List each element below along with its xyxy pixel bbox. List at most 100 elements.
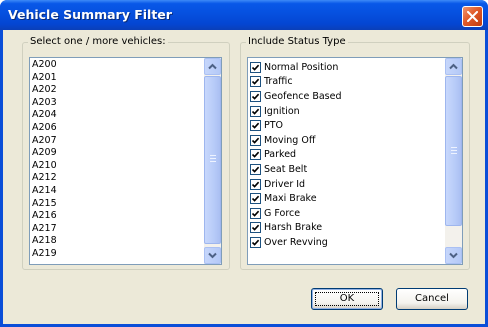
vehicle-list-item[interactable]: A204 — [32, 109, 57, 122]
vehicle-list-item[interactable]: A217 — [32, 223, 57, 236]
scroll-grip-line — [451, 147, 457, 148]
status-check-item[interactable]: G Force — [250, 206, 341, 221]
scroll-grip-line — [210, 158, 216, 159]
scroll-up-arrow-icon — [449, 63, 458, 70]
vehicles-groupbox: Select one / more vehicles: A200 A201 A202… — [22, 36, 230, 270]
status-check-label: Over Revving — [264, 236, 328, 248]
status-checkbox[interactable] — [250, 134, 261, 146]
checkmark-icon — [251, 64, 260, 71]
vehicle-list-item[interactable]: A202 — [32, 84, 57, 97]
vehicle-list-item[interactable]: A215 — [32, 198, 57, 211]
status-check-item[interactable]: Moving Off — [250, 133, 341, 148]
status-check-item[interactable]: Over Revving — [250, 235, 341, 250]
vehicle-list-item[interactable]: A207 — [32, 135, 57, 148]
vehicle-list-item[interactable]: A210 — [32, 160, 57, 173]
vehicle-list-item[interactable]: A209 — [32, 147, 57, 160]
vehicles-listbox[interactable]: A200 A201 A202 A203 A204 A206 A207 A209 A210 A212… — [29, 57, 222, 265]
checkmark-icon — [251, 108, 260, 115]
vehicles-scroll-up-button[interactable] — [204, 58, 221, 75]
close-button[interactable] — [462, 6, 483, 27]
status-check-item[interactable]: Traffic — [250, 75, 341, 90]
status-checkbox[interactable] — [250, 120, 261, 132]
status-check-label: Traffic — [264, 76, 293, 88]
vehicles-scroll-down-button[interactable] — [204, 247, 221, 264]
status-checkbox[interactable] — [250, 61, 261, 73]
status-type-groupbox: Include Status Type Normal Position Traff… — [240, 36, 470, 270]
vehicle-list-item[interactable]: A214 — [32, 185, 57, 198]
status-check-label: PTO — [264, 120, 284, 132]
scroll-grip-line — [451, 153, 457, 154]
status-check-item[interactable]: Harsh Brake — [250, 221, 341, 236]
status-check-label: Moving Off — [264, 134, 316, 146]
status-scroll-down-button[interactable] — [445, 247, 462, 264]
checkmark-icon — [251, 166, 260, 173]
vehicles-scrollbar[interactable] — [204, 58, 221, 264]
window-title: Vehicle Summary Filter — [8, 7, 172, 22]
vehicle-list-item[interactable]: A219 — [32, 248, 57, 261]
status-group-label: Include Status Type — [246, 36, 348, 47]
status-check-label: Driver Id — [264, 178, 306, 190]
status-check-item[interactable]: PTO — [250, 118, 341, 133]
status-check-label: Maxi Brake — [264, 193, 317, 205]
status-check-item[interactable]: Ignition — [250, 104, 341, 119]
scroll-down-arrow-icon — [208, 252, 217, 259]
status-scroll-up-button[interactable] — [445, 58, 462, 75]
checkmark-icon — [251, 181, 260, 188]
status-checkbox[interactable] — [250, 76, 261, 88]
status-checkbox[interactable] — [250, 149, 261, 161]
status-check-item[interactable]: Parked — [250, 148, 341, 163]
vehicle-list-item[interactable]: A203 — [32, 97, 57, 110]
cancel-button-label: Cancel — [415, 293, 449, 304]
status-list-items: Normal Position Traffic Geofence Based Igni… — [250, 60, 341, 250]
status-check-label: Parked — [264, 149, 297, 161]
title-bar[interactable]: Vehicle Summary Filter — [0, 0, 488, 30]
checkmark-icon — [251, 152, 260, 159]
status-checkbox[interactable] — [250, 178, 261, 190]
checkmark-icon — [251, 210, 260, 217]
status-checkbox[interactable] — [250, 193, 261, 205]
status-check-label: Geofence Based — [264, 90, 342, 102]
status-scroll-thumb[interactable] — [445, 76, 462, 226]
status-check-item[interactable]: Geofence Based — [250, 89, 341, 104]
scroll-grip-line — [451, 150, 457, 151]
vehicle-list-item[interactable]: A212 — [32, 172, 57, 185]
checkmark-icon — [251, 122, 260, 129]
status-checkbox[interactable] — [250, 90, 261, 102]
vehicles-scroll-thumb[interactable] — [204, 76, 221, 244]
status-check-item[interactable]: Seat Belt — [250, 162, 341, 177]
vehicle-list-item[interactable]: A206 — [32, 122, 57, 135]
status-checklist[interactable]: Normal Position Traffic Geofence Based Igni… — [247, 57, 463, 265]
vehicle-list-item[interactable]: A216 — [32, 210, 57, 223]
ok-button[interactable]: OK — [311, 288, 383, 310]
vehicle-list-item[interactable]: A201 — [32, 72, 57, 85]
status-check-item[interactable]: Normal Position — [250, 60, 341, 75]
vehicles-group-label: Select one / more vehicles: — [28, 36, 168, 47]
checkmark-icon — [251, 195, 260, 202]
cancel-button[interactable]: Cancel — [396, 288, 468, 310]
status-checkbox[interactable] — [250, 222, 261, 234]
status-checkbox[interactable] — [250, 236, 261, 248]
scroll-up-arrow-icon — [208, 63, 217, 70]
checkmark-icon — [251, 239, 260, 246]
checkmark-icon — [251, 224, 260, 232]
scroll-grip-line — [210, 155, 216, 156]
status-checkbox[interactable] — [250, 105, 261, 117]
status-check-label: G Force — [264, 207, 301, 219]
vehicle-list-item[interactable]: A218 — [32, 235, 57, 248]
checkmark-icon — [251, 137, 260, 144]
status-check-label: Seat Belt — [264, 163, 308, 175]
dialog-client-area: Select one / more vehicles: A200 A201 A202… — [3, 30, 485, 324]
status-check-label: Harsh Brake — [264, 222, 323, 234]
status-check-item[interactable]: Driver Id — [250, 177, 341, 192]
status-checkbox[interactable] — [250, 163, 261, 175]
checkmark-icon — [251, 79, 260, 86]
scroll-grip-line — [210, 161, 216, 162]
status-check-label: Normal Position — [264, 61, 339, 73]
vehicle-list-item[interactable]: A200 — [32, 59, 57, 72]
focus-rectangle — [315, 292, 379, 306]
status-check-item[interactable]: Maxi Brake — [250, 191, 341, 206]
status-scrollbar[interactable] — [445, 58, 462, 264]
status-checkbox[interactable] — [250, 207, 261, 219]
vehicle-list-items: A200 A201 A202 A203 A204 A206 A207 A209 A210 A212… — [32, 59, 57, 261]
checkmark-icon — [251, 93, 260, 100]
